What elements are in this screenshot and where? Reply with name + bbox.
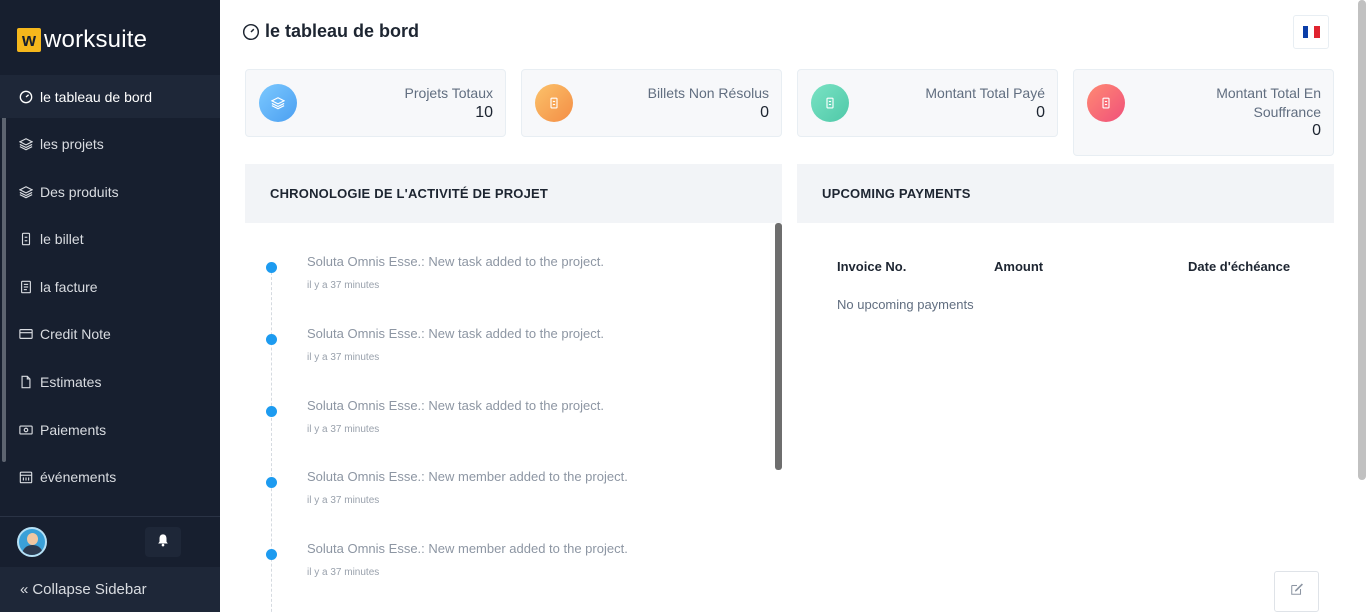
- sidebar-item-dashboard[interactable]: le tableau de bord: [0, 75, 220, 118]
- ticket-icon: [19, 232, 33, 246]
- avatar[interactable]: [17, 527, 47, 557]
- column-header-invoice-no: Invoice No.: [837, 259, 907, 274]
- sidebar-item-label: Paiements: [40, 421, 107, 438]
- sidebar-item-label: les projets: [40, 136, 104, 153]
- timeline-time: il y a 37 minutes: [307, 424, 380, 435]
- stat-value: 10: [475, 104, 493, 121]
- sidebar-item-label: Des produits: [40, 183, 119, 200]
- edit-icon: [1290, 582, 1304, 601]
- timeline-item[interactable]: Soluta Omnis Esse.: New task added to th…: [245, 254, 755, 334]
- invoice-icon: [19, 280, 33, 294]
- sidebar-item-label: le tableau de bord: [40, 88, 153, 105]
- timeline-time: il y a 37 minutes: [307, 495, 380, 506]
- timeline-item[interactable]: Soluta Omnis Esse.: New task added to th…: [245, 326, 755, 406]
- payments-table: Invoice No. Amount Date d'échéance No up…: [837, 259, 1317, 312]
- ticket-icon: [1087, 84, 1125, 122]
- timeline-dot: [266, 406, 277, 417]
- credit-card-icon: [19, 327, 33, 341]
- timeline-item[interactable]: Soluta Omnis Esse.: New member added to …: [245, 541, 755, 612]
- sidebar-item-credit-note[interactable]: Credit Note: [0, 313, 220, 356]
- timeline-item[interactable]: Soluta Omnis Esse.: New member added to …: [245, 469, 755, 549]
- ticket-icon: [535, 84, 573, 122]
- stat-card-total-outstanding[interactable]: Montant Total En Souffrance 0: [1073, 69, 1334, 156]
- bell-icon: [156, 533, 170, 552]
- timeline-text: Soluta Omnis Esse.: New task added to th…: [307, 398, 604, 413]
- money-icon: [19, 423, 33, 437]
- language-button[interactable]: [1293, 15, 1329, 49]
- timeline-item[interactable]: Soluta Omnis Esse.: New task added to th…: [245, 398, 755, 478]
- dashboard-gauge-icon: [19, 90, 33, 104]
- sidebar-item-products[interactable]: Des produits: [0, 170, 220, 213]
- brand-name: worksuite: [44, 26, 148, 53]
- column-header-amount: Amount: [994, 259, 1044, 274]
- brand-logo: w: [17, 28, 41, 52]
- timeline-text: Soluta Omnis Esse.: New task added to th…: [307, 254, 604, 269]
- sidebar-item-payments[interactable]: Paiements: [0, 408, 220, 451]
- timeline-text: Soluta Omnis Esse.: New task added to th…: [307, 326, 604, 341]
- timeline-text: Soluta Omnis Esse.: New member added to …: [307, 541, 628, 556]
- page-title-text: le tableau de bord: [265, 21, 420, 41]
- timeline-dot: [266, 477, 277, 488]
- timeline-dot: [266, 334, 277, 345]
- page-title: le tableau de bord: [242, 21, 419, 42]
- sidebar-item-label: la facture: [40, 278, 98, 295]
- sidebar-item-label: Credit Note: [40, 326, 111, 343]
- column-header-due-date: Date d'échéance: [1188, 259, 1291, 274]
- sidebar-item-invoice[interactable]: la facture: [0, 265, 220, 308]
- dashboard-gauge-icon: [242, 23, 260, 40]
- layers-icon: [259, 84, 297, 122]
- sidebar: w worksuite le tableau de bord les proje…: [0, 0, 220, 612]
- stat-value: 0: [1312, 122, 1321, 139]
- sidebar-divider: [0, 516, 220, 517]
- timeline-time: il y a 37 minutes: [307, 280, 380, 291]
- sidebar-nav: le tableau de bord les projets Des produ…: [0, 75, 220, 503]
- file-icon: [19, 375, 33, 389]
- sidebar-item-events[interactable]: événements: [0, 456, 220, 499]
- sidebar-item-label: événements: [40, 469, 117, 486]
- stat-value: 0: [760, 104, 769, 121]
- stat-label: Montant Total Payé: [925, 85, 1045, 101]
- stat-label: Montant Total En Souffrance: [1216, 85, 1321, 120]
- stat-card-unresolved-tickets[interactable]: Billets Non Résolus 0: [521, 69, 782, 137]
- collapse-sidebar-label: Collapse Sidebar: [32, 581, 147, 598]
- sidebar-item-estimates[interactable]: Estimates: [0, 361, 220, 404]
- sidebar-item-projects[interactable]: les projets: [0, 123, 220, 166]
- activity-timeline: Soluta Omnis Esse.: New task added to th…: [245, 223, 755, 612]
- double-chevron-left-icon: «: [20, 581, 29, 598]
- stat-label: Projets Totaux: [404, 85, 493, 101]
- sidebar-item-label: le billet: [40, 231, 84, 248]
- activity-card-title: CHRONOLOGIE DE L'ACTIVITÉ DE PROJET: [245, 164, 782, 223]
- timeline-dot: [266, 262, 277, 273]
- stat-card-total-paid[interactable]: Montant Total Payé 0: [797, 69, 1058, 137]
- page-scrollbar[interactable]: [1358, 0, 1366, 480]
- fr-flag-icon: [1302, 26, 1320, 38]
- edit-button[interactable]: [1274, 571, 1319, 612]
- main-content: le tableau de bord Projets Totaux 10 Bil…: [220, 0, 1366, 612]
- timeline-dot: [266, 549, 277, 560]
- payments-table-header: Invoice No. Amount Date d'échéance: [837, 259, 1317, 277]
- brand[interactable]: w worksuite: [17, 26, 147, 54]
- notifications-button[interactable]: [145, 527, 181, 557]
- timeline-time: il y a 37 minutes: [307, 352, 380, 363]
- collapse-sidebar-button[interactable]: « Collapse Sidebar: [0, 567, 220, 612]
- stat-value: 0: [1036, 104, 1045, 121]
- layers-icon: [19, 137, 33, 151]
- sidebar-item-label: Estimates: [40, 374, 102, 391]
- stat-card-total-projects[interactable]: Projets Totaux 10: [245, 69, 506, 137]
- sidebar-item-ticket[interactable]: le billet: [0, 218, 220, 261]
- layers-icon: [19, 185, 33, 199]
- payments-empty-message: No upcoming payments: [837, 297, 974, 312]
- calendar-icon: [19, 470, 33, 484]
- stat-label: Billets Non Résolus: [647, 85, 769, 101]
- timeline-time: il y a 37 minutes: [307, 567, 380, 578]
- activity-scrollbar[interactable]: [775, 223, 782, 470]
- payments-card-title: UPCOMING PAYMENTS: [797, 164, 1334, 223]
- timeline-text: Soluta Omnis Esse.: New member added to …: [307, 469, 628, 484]
- ticket-icon: [811, 84, 849, 122]
